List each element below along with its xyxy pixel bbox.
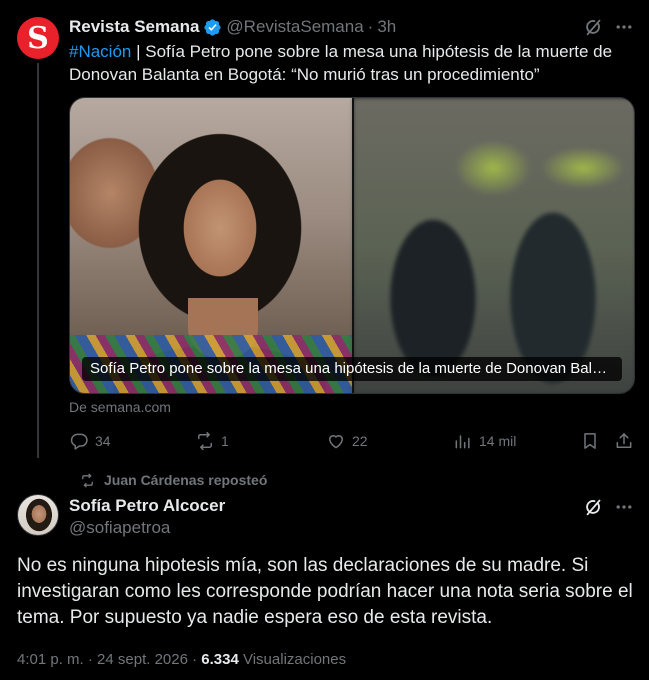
- header-separator: ·: [367, 17, 374, 36]
- bookmark-button[interactable]: [580, 431, 600, 451]
- reply-count: 34: [95, 433, 111, 449]
- top-tweet-time[interactable]: 3h: [377, 17, 396, 37]
- reply-icon: [69, 431, 89, 451]
- views-total: 6.334: [201, 651, 239, 668]
- share-button[interactable]: [614, 431, 634, 451]
- top-author-name[interactable]: Revista Semana: [69, 17, 199, 37]
- views-button[interactable]: 14 mil: [453, 431, 516, 451]
- semana-avatar-letter: S: [27, 21, 49, 56]
- tweet-timestamp[interactable]: 4:01 p. m. · 24 sept. 2026 ·: [17, 651, 201, 668]
- verified-badge-icon: [203, 18, 222, 37]
- repost-count: 1: [221, 433, 229, 449]
- card-caption: Sofía Petro pone sobre la mesa una hipót…: [82, 357, 622, 381]
- like-icon: [326, 431, 346, 451]
- repost-indicator-text: Juan Cárdenas reposteó: [104, 472, 268, 488]
- main-author-avatar[interactable]: [17, 494, 59, 536]
- top-author-handle[interactable]: @RevistaSemana: [226, 17, 363, 37]
- grok-icon[interactable]: [583, 16, 605, 38]
- main-author-name[interactable]: Sofía Petro Alcocer: [69, 496, 225, 516]
- main-author-handle[interactable]: @sofiapetroa: [69, 518, 170, 538]
- semana-avatar[interactable]: S: [17, 17, 59, 59]
- like-count: 22: [352, 433, 368, 449]
- top-tweet-header: Revista Semana @RevistaSemana · 3h: [69, 16, 396, 38]
- repost-button[interactable]: 1: [195, 431, 229, 451]
- repost-icon: [80, 473, 95, 488]
- thread-line: [37, 63, 39, 458]
- top-tweet-text: #Nación | Sofía Petro pone sobre la mesa…: [69, 40, 637, 86]
- views-label: Visualizaciones: [238, 651, 347, 668]
- main-tweet-text: No es ninguna hipotesis mía, son las dec…: [17, 555, 633, 628]
- repost-indicator[interactable]: Juan Cárdenas reposteó: [80, 472, 267, 488]
- card-photo-portrait: [70, 98, 353, 393]
- views-icon: [453, 431, 473, 451]
- grok-icon[interactable]: [583, 496, 605, 518]
- more-icon[interactable]: [614, 497, 634, 517]
- tweet-meta: 4:01 p. m. · 24 sept. 2026 · 6.334 Visua…: [17, 651, 346, 668]
- hashtag-link[interactable]: #Nación: [69, 42, 131, 61]
- card-source[interactable]: De semana.com: [69, 399, 171, 415]
- card-photo-blurred-scene: [353, 98, 634, 393]
- views-count: 14 mil: [479, 433, 517, 449]
- more-icon[interactable]: [614, 17, 634, 37]
- reply-button[interactable]: 34: [69, 431, 111, 451]
- share-icon: [614, 431, 634, 451]
- top-tweet-body: | Sofía Petro pone sobre la mesa una hip…: [69, 42, 613, 84]
- repost-icon: [195, 431, 215, 451]
- bookmark-icon: [580, 431, 600, 451]
- link-card-image[interactable]: Sofía Petro pone sobre la mesa una hipót…: [69, 97, 635, 394]
- like-button[interactable]: 22: [326, 431, 368, 451]
